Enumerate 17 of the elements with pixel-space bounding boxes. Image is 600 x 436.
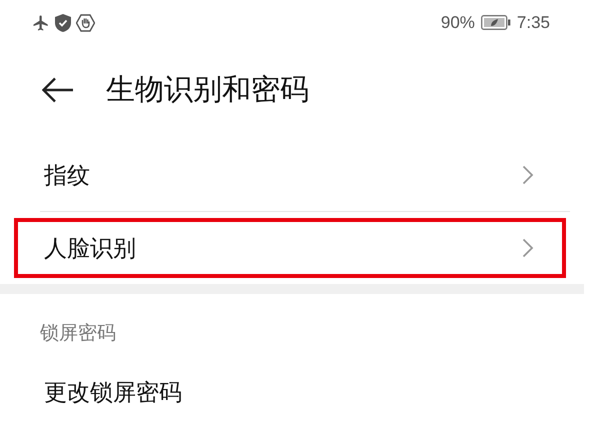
airplane-icon xyxy=(32,14,50,32)
settings-row[interactable]: 指纹 xyxy=(14,145,566,205)
chevron-right-icon xyxy=(522,238,534,258)
chevron-right-icon xyxy=(522,165,534,185)
battery-percent: 90% xyxy=(440,12,475,32)
section-heading: 锁屏密码 xyxy=(39,321,117,346)
page-title: 生物识别和密码 xyxy=(106,71,309,108)
settings-row[interactable]: 更改锁屏密码 xyxy=(14,362,566,422)
shield-icon xyxy=(55,14,71,32)
battery-icon xyxy=(480,15,511,30)
hand-icon xyxy=(76,14,95,32)
back-arrow-icon[interactable] xyxy=(42,77,74,103)
clock: 7:35 xyxy=(516,12,550,32)
settings-row[interactable]: 人脸识别 xyxy=(14,218,566,278)
row-label: 更改锁屏密码 xyxy=(44,378,182,408)
row-label: 指纹 xyxy=(44,162,90,190)
row-label: 人脸识别 xyxy=(44,234,136,264)
